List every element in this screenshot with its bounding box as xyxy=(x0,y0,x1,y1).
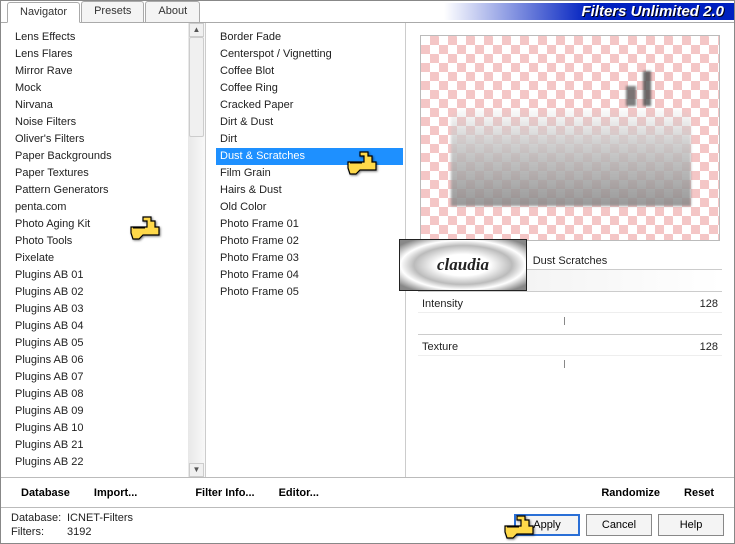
footer-info: Database:ICNET-Filters Filters:3192 xyxy=(11,511,133,539)
filter-item[interactable]: Dirt xyxy=(216,131,403,148)
tab-about[interactable]: About xyxy=(145,1,200,22)
pointer-icon xyxy=(503,514,537,540)
category-list[interactable]: Lens EffectsLens FlaresMirror RaveMockNi… xyxy=(1,23,206,477)
category-item[interactable]: Plugins AB 21 xyxy=(11,437,203,454)
param-slider[interactable] xyxy=(418,312,722,334)
filter-item[interactable]: Cracked Paper xyxy=(216,97,403,114)
category-item[interactable]: Plugins AB 07 xyxy=(11,369,203,386)
category-item[interactable]: Paper Textures xyxy=(11,165,203,182)
filter-item[interactable]: Dirt & Dust xyxy=(216,114,403,131)
header-bar: Navigator Presets About Filters Unlimite… xyxy=(1,1,734,23)
filter-item[interactable]: Old Color xyxy=(216,199,403,216)
filter-item[interactable]: Photo Frame 02 xyxy=(216,233,403,250)
filter-item[interactable]: Coffee Blot xyxy=(216,63,403,80)
category-item[interactable]: Lens Effects xyxy=(11,29,203,46)
category-item[interactable]: Mock xyxy=(11,80,203,97)
main-area: Lens EffectsLens FlaresMirror RaveMockNi… xyxy=(1,23,734,477)
category-item[interactable]: Mirror Rave xyxy=(11,63,203,80)
filter-item[interactable]: Photo Frame 03 xyxy=(216,250,403,267)
category-item[interactable]: Plugins AB 04 xyxy=(11,318,203,335)
scroll-up-icon[interactable]: ▲ xyxy=(189,23,204,37)
category-item[interactable]: Plugins AB 10 xyxy=(11,420,203,437)
filter-info-button[interactable]: Filter Info... xyxy=(185,485,264,501)
category-item[interactable]: Plugins AB 01 xyxy=(11,267,203,284)
filter-item[interactable]: Coffee Ring xyxy=(216,80,403,97)
param-value: 128 xyxy=(700,341,718,353)
filter-item[interactable]: Centerspot / Vignetting xyxy=(216,46,403,63)
scroll-down-icon[interactable]: ▼ xyxy=(189,463,204,477)
filter-item[interactable]: Hairs & Dust xyxy=(216,182,403,199)
category-item[interactable]: Plugins AB 22 xyxy=(11,454,203,471)
filters-count-label: Filters: xyxy=(11,525,67,539)
filter-item[interactable]: Photo Frame 01 xyxy=(216,216,403,233)
filter-item[interactable]: Border Fade xyxy=(216,29,403,46)
import-button[interactable]: Import... xyxy=(84,485,147,501)
category-item[interactable]: Plugins AB 09 xyxy=(11,403,203,420)
param-value: 128 xyxy=(700,298,718,310)
param-label: Intensity xyxy=(422,298,463,310)
category-item[interactable]: Paper Backgrounds xyxy=(11,148,203,165)
tab-presets[interactable]: Presets xyxy=(81,1,144,22)
action-row: Database Import... Filter Info... Editor… xyxy=(1,477,734,507)
db-label: Database: xyxy=(11,511,67,525)
category-item[interactable]: Plugins AB 08 xyxy=(11,386,203,403)
param-row: Intensity 128 xyxy=(418,291,722,312)
param-row: Texture 128 xyxy=(418,334,722,355)
category-item[interactable]: penta.com xyxy=(11,199,203,216)
app-title: Filters Unlimited 2.0 xyxy=(454,1,734,20)
category-item[interactable]: Plugins AB 06 xyxy=(11,352,203,369)
category-item[interactable]: Oliver's Filters xyxy=(11,131,203,148)
title-brand: Filters Unlimited 2.0 xyxy=(454,1,734,22)
reset-button[interactable]: Reset xyxy=(674,485,724,501)
filter-item[interactable]: Photo Frame 05 xyxy=(216,284,403,301)
scrollbar[interactable]: ▲ ▼ xyxy=(188,23,205,477)
preview-image xyxy=(420,35,720,241)
category-item[interactable]: Plugins AB 02 xyxy=(11,284,203,301)
param-slider[interactable] xyxy=(418,355,722,377)
scroll-thumb[interactable] xyxy=(189,37,204,137)
filter-item[interactable]: Photo Frame 04 xyxy=(216,267,403,284)
editor-button[interactable]: Editor... xyxy=(269,485,329,501)
category-item[interactable]: Photo Tools xyxy=(11,233,203,250)
category-item[interactable]: Plugins AB 03 xyxy=(11,301,203,318)
category-item[interactable]: Noise Filters xyxy=(11,114,203,131)
tab-navigator[interactable]: Navigator xyxy=(7,2,80,23)
database-button[interactable]: Database xyxy=(11,485,80,501)
category-item[interactable]: Photo Aging Kit xyxy=(11,216,203,233)
category-item[interactable]: Lens Flares xyxy=(11,46,203,63)
cancel-button[interactable]: Cancel xyxy=(586,514,652,536)
category-item[interactable]: Plugins AB 05 xyxy=(11,335,203,352)
randomize-button[interactable]: Randomize xyxy=(591,485,670,501)
tabs: Navigator Presets About xyxy=(1,1,201,22)
footer: Database:ICNET-Filters Filters:3192 Appl… xyxy=(1,507,734,543)
param-label: Texture xyxy=(422,341,458,353)
help-button[interactable]: Help xyxy=(658,514,724,536)
category-item[interactable]: Pixelate xyxy=(11,250,203,267)
category-item[interactable]: Pattern Generators xyxy=(11,182,203,199)
watermark-text: claudia xyxy=(437,255,489,275)
watermark-badge: claudia xyxy=(399,239,527,291)
db-value: ICNET-Filters xyxy=(67,512,133,524)
category-item[interactable]: Nirvana xyxy=(11,97,203,114)
filter-list[interactable]: Border FadeCenterspot / VignettingCoffee… xyxy=(206,23,406,477)
pointer-icon xyxy=(129,215,163,241)
filters-count-value: 3192 xyxy=(67,526,91,538)
pointer-icon xyxy=(346,150,380,176)
